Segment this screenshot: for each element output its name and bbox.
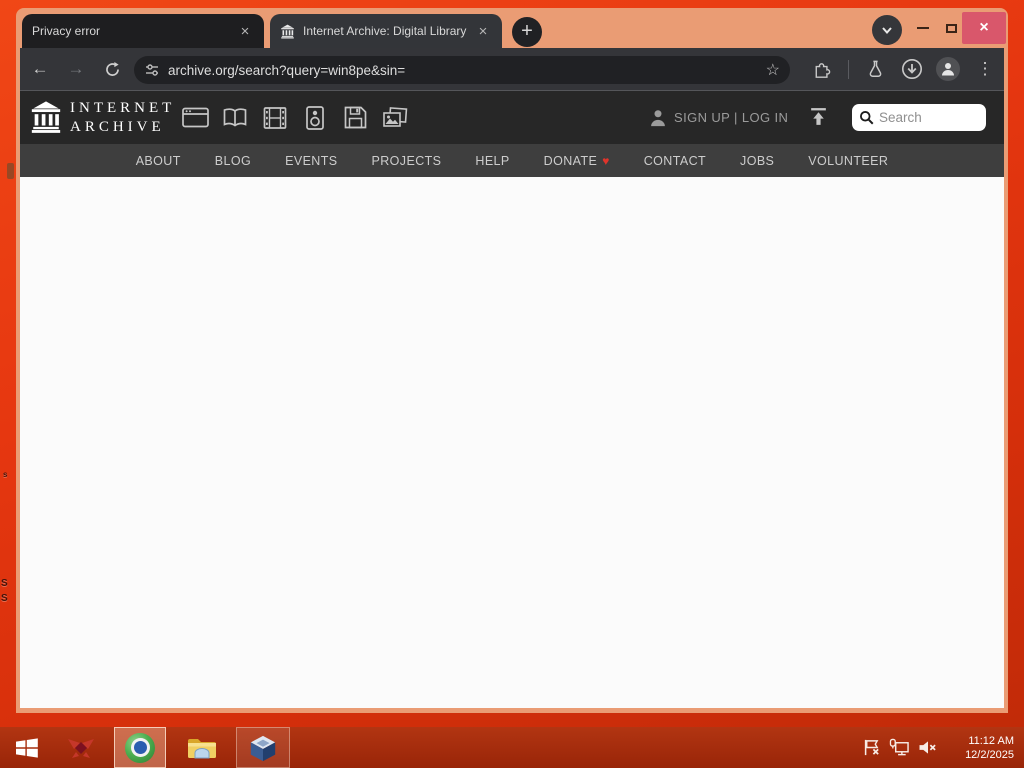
media-software-link[interactable] (335, 91, 375, 144)
labs-button[interactable] (863, 57, 887, 81)
archive-header: INTERNET ARCHIVE SIGN UP | LOG IN Search (20, 91, 1004, 144)
minimize-icon (917, 27, 929, 29)
forward-button[interactable]: → (64, 57, 88, 81)
taskbar: 11:12 AM 12/2/2025 (0, 727, 1024, 768)
close-button[interactable]: × (962, 12, 1006, 44)
action-center-flag-icon[interactable] (862, 738, 881, 757)
desktop-icon-fragment (7, 163, 14, 179)
minimize-button[interactable] (910, 12, 936, 44)
nav-events[interactable]: EVENTS (285, 154, 337, 168)
media-audio-link[interactable] (295, 91, 335, 144)
nav-about[interactable]: ABOUT (136, 154, 181, 168)
menu-button[interactable]: ⋮ (973, 57, 997, 81)
tab-privacy-error[interactable]: Privacy error × (22, 14, 264, 48)
flask-icon (869, 60, 881, 77)
web-icon (181, 107, 209, 128)
virtualbox-icon (250, 735, 276, 761)
back-button[interactable]: ← (28, 57, 52, 81)
audio-icon (306, 105, 324, 130)
desktop-icon-label-fragment: S (1, 593, 8, 604)
auth-links[interactable]: SIGN UP | LOG IN (648, 91, 788, 144)
images-icon (383, 106, 408, 127)
upload-icon (811, 108, 826, 125)
network-icon[interactable] (889, 738, 910, 757)
tab-title: Internet Archive: Digital Library (303, 24, 467, 38)
heart-icon: ♥ (602, 153, 610, 168)
browser-toolbar: ← → archive.org/search?query=win8pe&sin=… (20, 48, 1004, 91)
download-icon (902, 59, 922, 79)
archive-wordmark[interactable]: INTERNET ARCHIVE (70, 99, 175, 137)
chevron-down-icon (882, 27, 892, 35)
wordmark-line1: INTERNET (70, 100, 176, 116)
url-text: archive.org/search?query=win8pe&sin= (168, 62, 406, 78)
media-video-link[interactable] (255, 91, 295, 144)
archive-favicon-icon (281, 24, 294, 38)
person-icon (651, 109, 665, 126)
media-texts-link[interactable] (215, 91, 255, 144)
clock-time: 11:12 AM (968, 735, 1014, 747)
taskbar-chrome-button[interactable] (114, 727, 166, 768)
site-settings-icon[interactable] (144, 62, 160, 78)
texts-icon (223, 108, 247, 127)
web-page: INTERNET ARCHIVE SIGN UP | LOG IN Search… (20, 91, 1004, 708)
reload-button[interactable] (100, 57, 124, 81)
media-type-links (175, 91, 415, 144)
tab-search-button[interactable] (872, 15, 902, 45)
media-web-link[interactable] (175, 91, 215, 144)
tab-title: Privacy error (32, 24, 101, 38)
nav-blog[interactable]: BLOG (215, 154, 251, 168)
volume-muted-icon[interactable] (918, 739, 938, 756)
tab-close-icon[interactable]: × (236, 22, 254, 40)
windows-logo-icon (16, 737, 38, 758)
archive-search-input[interactable] (879, 110, 975, 125)
nav-donate-label: DONATE (543, 153, 598, 168)
folder-icon (188, 738, 216, 758)
taskbar-virtualbox-button[interactable] (236, 727, 290, 768)
chrome-icon (125, 732, 155, 763)
archive-nav: ABOUT BLOG EVENTS PROJECTS HELP DONATE ♥… (20, 144, 1004, 177)
desktop-icon-label-fragment: S (1, 578, 8, 589)
video-icon (263, 106, 287, 129)
tab-close-icon[interactable]: × (474, 22, 492, 40)
taskbar-clock[interactable]: 11:12 AM 12/2/2025 (965, 734, 1014, 762)
tab-internet-archive[interactable]: Internet Archive: Digital Library × (270, 14, 502, 48)
toolbar-separator (848, 60, 849, 79)
taskbar-red-app-button[interactable] (58, 727, 104, 768)
nav-jobs[interactable]: JOBS (740, 154, 774, 168)
puzzle-icon (815, 63, 831, 78)
browser-window: Privacy error × Internet Archive: Digita… (16, 8, 1008, 713)
system-tray (862, 727, 938, 768)
maximize-icon (945, 23, 957, 33)
software-icon (344, 106, 366, 129)
media-images-link[interactable] (375, 91, 415, 144)
search-icon (860, 111, 874, 125)
wordmark-line2: ARCHIVE (70, 119, 165, 135)
bookmark-star-icon[interactable]: ☆ (766, 60, 780, 80)
new-tab-button[interactable]: + (512, 17, 542, 47)
page-content-empty (20, 177, 1004, 708)
avatar-icon (942, 63, 954, 76)
clock-date: 12/2/2025 (965, 749, 1014, 761)
address-bar[interactable]: archive.org/search?query=win8pe&sin= ☆ (134, 56, 790, 84)
maximize-button[interactable] (938, 12, 964, 44)
desktop-icon-label-fragment: s (3, 470, 8, 479)
archive-logo-icon[interactable] (29, 100, 63, 134)
nav-contact[interactable]: CONTACT (644, 154, 706, 168)
title-bar[interactable]: Privacy error × Internet Archive: Digita… (16, 8, 1008, 48)
nav-projects[interactable]: PROJECTS (372, 154, 442, 168)
red-app-icon (68, 738, 94, 758)
start-button[interactable] (4, 727, 50, 768)
signup-login-label[interactable]: SIGN UP | LOG IN (674, 110, 788, 125)
nav-volunteer[interactable]: VOLUNTEER (808, 154, 888, 168)
upload-button[interactable] (808, 106, 829, 132)
nav-help[interactable]: HELP (475, 154, 509, 168)
profile-button[interactable] (936, 57, 960, 81)
downloads-button[interactable] (900, 57, 924, 81)
extensions-button[interactable] (810, 57, 834, 81)
reload-icon (105, 61, 119, 76)
taskbar-explorer-button[interactable] (178, 727, 226, 768)
archive-search-box[interactable] (852, 104, 986, 131)
nav-donate[interactable]: DONATE ♥ (544, 154, 610, 168)
